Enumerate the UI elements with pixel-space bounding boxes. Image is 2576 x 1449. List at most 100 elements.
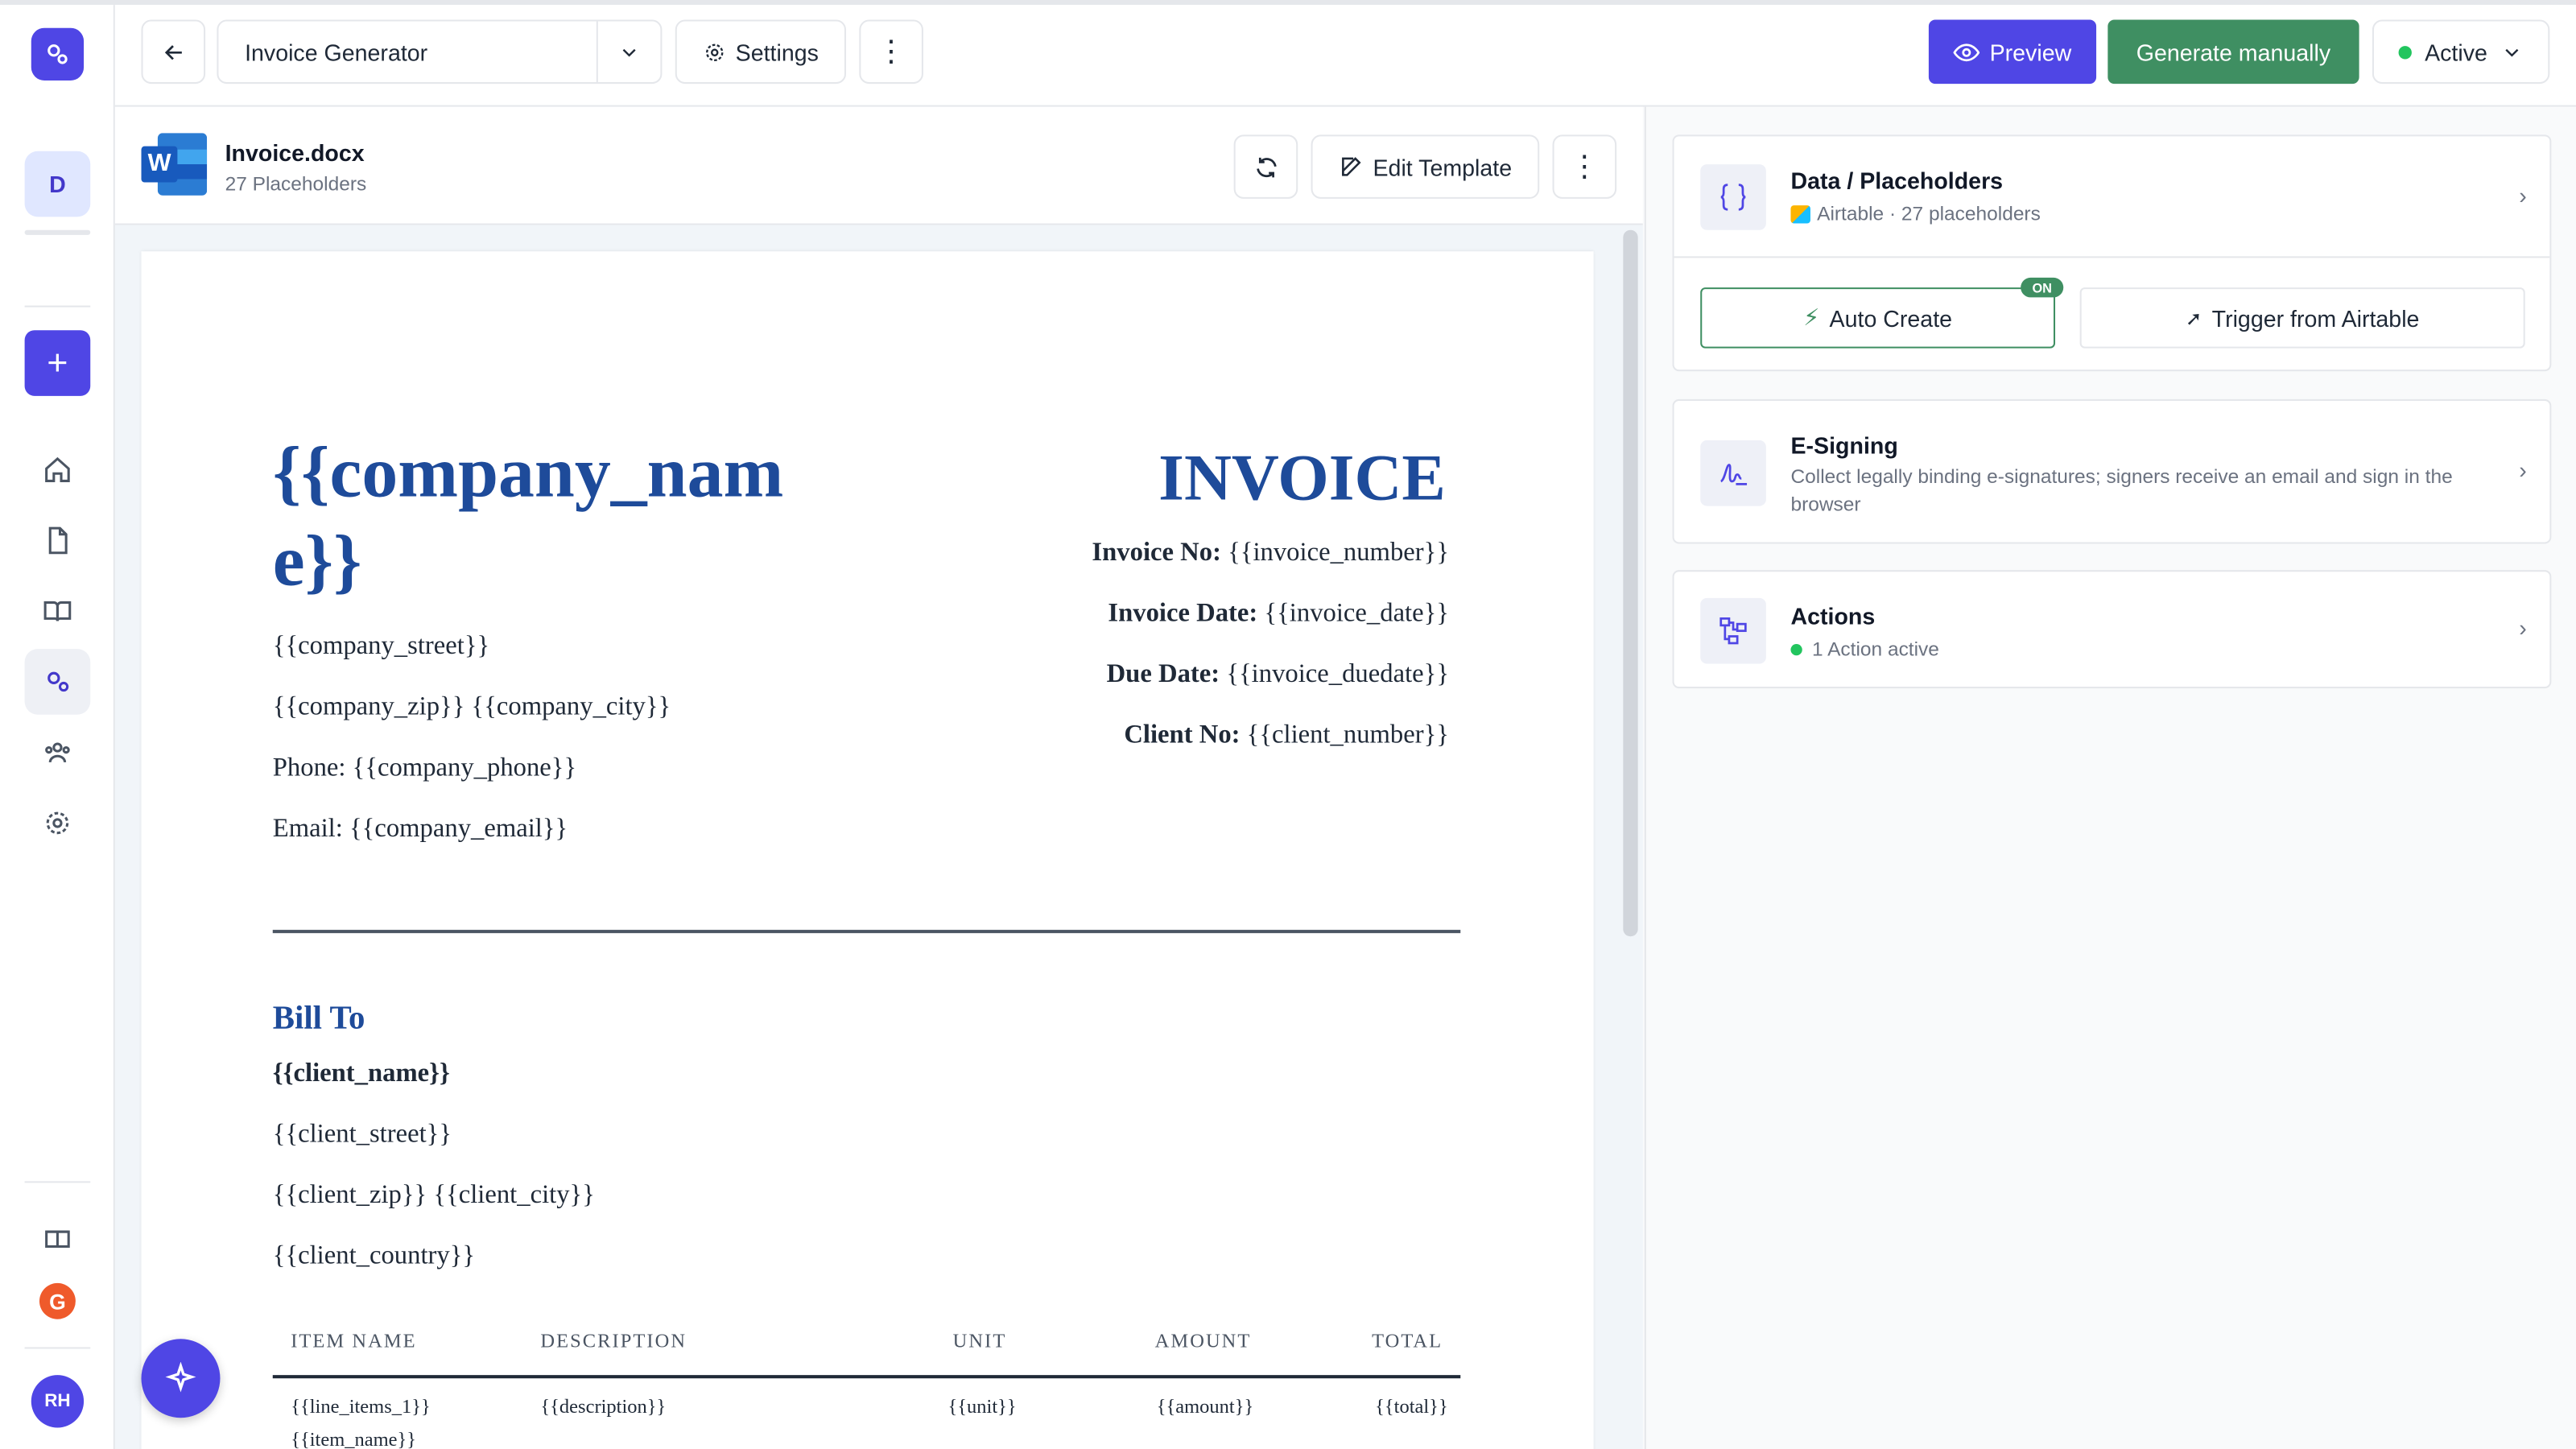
book-icon[interactable]	[25, 578, 91, 644]
meta-label: Client No:	[1124, 720, 1241, 749]
gear-icon	[705, 43, 723, 60]
gears-icon[interactable]	[24, 649, 91, 715]
invoice-number-row: Invoice No: {{invoice_number}}	[1092, 539, 1449, 568]
preview-label: Preview	[1989, 38, 2072, 65]
data-source-text: Airtable · 27 placeholders	[1817, 202, 2041, 225]
status-dropdown[interactable]: Active	[2372, 19, 2550, 85]
settings-label: Settings	[735, 38, 819, 65]
e-signing-card[interactable]: E-Signing Collect legally binding e-sign…	[1672, 398, 2552, 544]
signature-icon	[1700, 440, 1766, 506]
word-file-icon: W	[141, 133, 208, 196]
back-button[interactable]	[141, 19, 206, 85]
status-dot	[2398, 45, 2412, 59]
template-select[interactable]: Invoice Generator	[217, 19, 663, 85]
actions-status-text: 1 Action active	[1812, 637, 1939, 661]
table-header-description: DESCRIPTION	[540, 1329, 687, 1352]
home-icon[interactable]	[25, 437, 91, 503]
invoice-title: INVOICE	[1158, 440, 1446, 514]
file-name: Invoice.docx	[225, 139, 365, 167]
actions-status: 1 Action active	[1790, 636, 1939, 664]
word-letter: W	[147, 149, 171, 178]
auto-create-label: Auto Create	[1829, 304, 1953, 332]
workspace-avatar[interactable]: D	[24, 151, 91, 217]
table-cell: {{line_items_1}}	[291, 1394, 431, 1418]
client-country: {{client_country}}	[272, 1241, 476, 1270]
preview-button[interactable]: Preview	[1928, 19, 2097, 85]
generate-manually-button[interactable]: Generate manually	[2107, 19, 2359, 85]
gift-icon[interactable]	[25, 1203, 91, 1269]
data-placeholders-card: Data / Placeholders Airtable · 27 placeh…	[1672, 134, 2552, 372]
table-cell: {{description}}	[540, 1394, 667, 1418]
document-icon[interactable]	[25, 508, 91, 574]
meta-label: Invoice Date:	[1108, 599, 1258, 628]
chevron-down-icon[interactable]	[596, 21, 661, 83]
meta-value: {{client_number}}	[1240, 720, 1449, 749]
trigger-from-airtable-button[interactable]: ➚ Trigger from Airtable	[2079, 287, 2525, 349]
bill-to-heading: Bill To	[272, 1000, 365, 1037]
g2-icon[interactable]: G	[39, 1282, 76, 1319]
chevron-down-icon	[2505, 47, 2519, 56]
company-street: {{company_street}}	[272, 632, 490, 661]
settings-icon[interactable]	[25, 791, 91, 857]
doc-more-button[interactable]: ⋮	[1552, 134, 1617, 199]
card-divider	[1674, 256, 2550, 258]
table-header-rule	[272, 1375, 1461, 1379]
data-source-line: Airtable · 27 placeholders	[1790, 200, 2041, 229]
table-header-item: ITEM NAME	[291, 1329, 417, 1352]
chevron-right-icon: ›	[2519, 614, 2527, 641]
ai-assistant-button[interactable]	[141, 1339, 221, 1418]
edit-template-label: Edit Template	[1373, 153, 1513, 180]
meta-value: {{invoice_date}}	[1257, 599, 1449, 628]
sidebar: D + G RH	[0, 5, 115, 1449]
chevron-right-icon[interactable]: ›	[2519, 183, 2527, 209]
app-logo-icon[interactable]	[31, 27, 85, 80]
refresh-button[interactable]	[1233, 134, 1298, 199]
company-phone: Phone: {{company_phone}}	[272, 753, 577, 782]
company-name: {{company_name}}	[272, 431, 784, 601]
more-button[interactable]: ⋮	[859, 19, 923, 85]
edit-template-button[interactable]: Edit Template	[1311, 134, 1540, 199]
actions-title: Actions	[1790, 602, 1876, 630]
table-header-total: TOTAL	[1372, 1329, 1443, 1352]
on-badge: ON	[2021, 277, 2064, 298]
airtable-icon	[1790, 205, 1810, 225]
workflow-icon	[1700, 597, 1766, 664]
add-button[interactable]: +	[24, 330, 91, 396]
actions-card[interactable]: Actions 1 Action active ›	[1672, 570, 2552, 689]
eye-icon	[1953, 43, 1980, 61]
sidebar-divider	[24, 305, 91, 308]
divider-line	[272, 930, 1461, 934]
right-panel: Data / Placeholders Airtable · 27 placeh…	[1644, 106, 2576, 1449]
table-cell: {{item_name}}	[291, 1427, 417, 1449]
auto-create-button[interactable]: ⚡︎ Auto Create	[1700, 287, 2056, 349]
client-number-row: Client No: {{client_number}}	[1124, 721, 1449, 751]
table-header-amount: AMOUNT	[1154, 1329, 1252, 1352]
trigger-label: Trigger from Airtable	[2211, 304, 2420, 332]
document-preview-area: {{company_name}} {{company_street}} {{co…	[114, 225, 1643, 1449]
user-avatar[interactable]: RH	[31, 1375, 85, 1428]
sparkles-icon	[165, 1361, 196, 1393]
table-cell: {{unit}}	[947, 1394, 1017, 1418]
table-cell: {{total}}	[1375, 1394, 1448, 1418]
meta-value: {{invoice_number}}	[1220, 539, 1449, 568]
active-dot	[1790, 644, 1802, 656]
placeholder-count: 27 Placeholders	[225, 172, 367, 196]
due-date-row: Due Date: {{invoice_duedate}}	[1107, 660, 1449, 690]
company-zip-city: {{company_zip}} {{company_city}}	[272, 693, 671, 721]
company-email: Email: {{company_email}}	[272, 815, 568, 843]
e-signing-title: E-Signing	[1790, 431, 1898, 459]
document-scrollbar[interactable]	[1623, 229, 1638, 937]
document-header: W Invoice.docx 27 Placeholders Edit Temp…	[114, 106, 1643, 225]
meta-value: {{invoice_duedate}}	[1220, 660, 1449, 689]
app-root: D + G RH Invoice Generator Settings ⋮ Pr…	[0, 0, 2576, 1449]
meta-label: Due Date:	[1106, 660, 1220, 689]
table-header-unit: UNIT	[952, 1329, 1007, 1352]
refresh-icon	[1256, 156, 1276, 177]
status-label: Active	[2425, 38, 2487, 65]
bolt-icon: ⚡︎	[1803, 303, 1820, 331]
kebab-icon: ⋮	[1569, 149, 1600, 183]
users-icon[interactable]	[25, 720, 91, 786]
settings-button[interactable]: Settings	[675, 19, 847, 85]
sidebar-divider	[24, 1181, 91, 1183]
document-page: {{company_name}} {{company_street}} {{co…	[141, 251, 1594, 1449]
